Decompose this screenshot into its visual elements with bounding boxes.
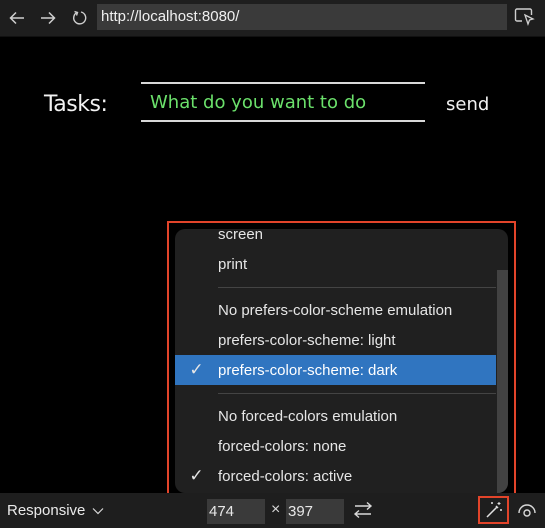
swap-dimensions-button[interactable] (352, 501, 376, 521)
arrow-right-icon (41, 11, 56, 25)
menu-separator (218, 393, 496, 394)
menu-item-label: forced-colors: none (218, 437, 347, 455)
emulate-css-media-button[interactable] (478, 496, 509, 524)
back-button[interactable] (6, 6, 28, 30)
checkmark-icon: ✓ (189, 466, 204, 485)
rotate-swap-icon (353, 501, 373, 519)
inspect-element-icon (514, 8, 535, 26)
tasks-label: Tasks: (44, 92, 108, 117)
height-input[interactable] (286, 499, 344, 524)
menu-item-label: No forced-colors emulation (218, 407, 398, 425)
device-select-label: Responsive (7, 502, 86, 519)
dimension-separator: × (271, 501, 281, 518)
menu-item[interactable]: No forced-colors emulation (175, 401, 496, 431)
browser-toolbar (0, 0, 545, 37)
width-input[interactable] (207, 499, 265, 524)
reload-icon (73, 10, 87, 25)
forward-button[interactable] (37, 6, 59, 30)
device-toolbar: Responsive × (0, 493, 545, 528)
menu-item-label: No prefers-color-scheme emulation (218, 301, 453, 319)
menu-item[interactable]: screen (175, 229, 496, 249)
vision-deficiency-button[interactable] (517, 501, 539, 521)
menu-separator (218, 287, 496, 288)
reload-button[interactable] (69, 6, 91, 30)
menu-item-label: screen (218, 229, 264, 243)
menu-item-label: prefers-color-scheme: dark (218, 361, 398, 379)
menu-item[interactable]: forced-colors: none (175, 431, 496, 461)
menu-item-label: print (218, 255, 248, 273)
send-button[interactable]: send (446, 94, 489, 115)
emulation-menu: screen print No prefers-color-scheme emula… (175, 229, 508, 493)
menu-item[interactable]: ✓ prefers-color-scheme: dark (175, 355, 496, 385)
menu-item-label: prefers-color-scheme: light (218, 331, 396, 349)
menu-item[interactable]: No prefers-color-scheme emulation (175, 295, 496, 325)
magic-wand-icon (485, 502, 502, 518)
device-select[interactable]: Responsive (7, 502, 104, 519)
inspect-button[interactable] (514, 7, 538, 29)
task-input[interactable] (141, 82, 425, 122)
menu-item[interactable]: print (175, 249, 496, 279)
eye-icon (518, 504, 536, 517)
menu-item-label: forced-colors: active (218, 467, 353, 485)
menu-scrollbar[interactable] (497, 270, 508, 493)
chevron-down-icon (92, 508, 103, 515)
menu-item[interactable]: prefers-color-scheme: light (175, 325, 496, 355)
checkmark-icon: ✓ (189, 360, 204, 379)
arrow-left-icon (9, 11, 24, 25)
menu-item[interactable]: ✓ forced-colors: active (175, 461, 496, 491)
url-bar[interactable] (97, 4, 507, 30)
